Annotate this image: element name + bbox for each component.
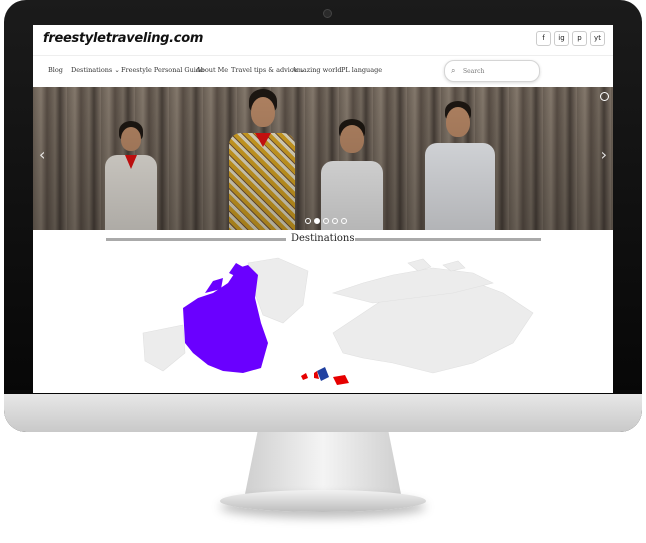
destinations-heading: Destinations bbox=[291, 233, 355, 244]
nav-destinations[interactable]: Destinations ⌄ bbox=[71, 66, 120, 74]
slider-dot-active[interactable] bbox=[314, 218, 320, 224]
slider-dot[interactable] bbox=[323, 218, 329, 224]
slider-dot[interactable] bbox=[341, 218, 347, 224]
map-visited bbox=[183, 263, 268, 373]
monitor-stand-foot bbox=[220, 490, 426, 512]
slider-prev-icon[interactable]: ‹ bbox=[39, 145, 45, 164]
site-topbar: freestyletraveling.com f ig p yt bbox=[33, 25, 613, 55]
nav-amazing-world[interactable]: Amazing world bbox=[292, 66, 341, 74]
youtube-icon[interactable]: yt bbox=[590, 31, 605, 46]
site-logo[interactable]: freestyletraveling.com bbox=[43, 31, 203, 46]
slider-next-icon[interactable]: › bbox=[601, 145, 607, 164]
camera-dot bbox=[323, 9, 332, 18]
nav-pl-language[interactable]: PL language bbox=[341, 66, 382, 74]
slider-pause-icon[interactable] bbox=[600, 92, 609, 101]
search-input[interactable] bbox=[461, 64, 535, 79]
search-box: ⌕ bbox=[444, 60, 540, 82]
browser-screen: freestyletraveling.com f ig p yt Blog De… bbox=[33, 25, 613, 393]
hero-shade bbox=[33, 87, 613, 230]
instagram-icon[interactable]: ig bbox=[554, 31, 569, 46]
nav-about-me[interactable]: About Me bbox=[196, 66, 228, 74]
slider-dot[interactable] bbox=[305, 218, 311, 224]
slider-dot[interactable] bbox=[332, 218, 338, 224]
map-highlights bbox=[301, 367, 349, 385]
nav-blog[interactable]: Blog bbox=[48, 66, 63, 74]
nav-personal-guide[interactable]: Freestyle Personal Guide bbox=[121, 66, 204, 74]
world-map[interactable] bbox=[33, 253, 613, 393]
heading-rule-right bbox=[355, 238, 541, 241]
monitor-chin bbox=[4, 394, 642, 432]
slider-dots bbox=[305, 218, 347, 224]
search-icon: ⌕ bbox=[451, 66, 456, 75]
social-links: f ig p yt bbox=[536, 31, 605, 46]
pinterest-icon[interactable]: p bbox=[572, 31, 587, 46]
heading-rule-left bbox=[106, 238, 286, 241]
monitor-stand-neck bbox=[245, 432, 401, 494]
hero-slider: ‹ › bbox=[33, 87, 613, 230]
main-nav: Blog Destinations ⌄ Freestyle Personal G… bbox=[33, 55, 613, 88]
facebook-icon[interactable]: f bbox=[536, 31, 551, 46]
